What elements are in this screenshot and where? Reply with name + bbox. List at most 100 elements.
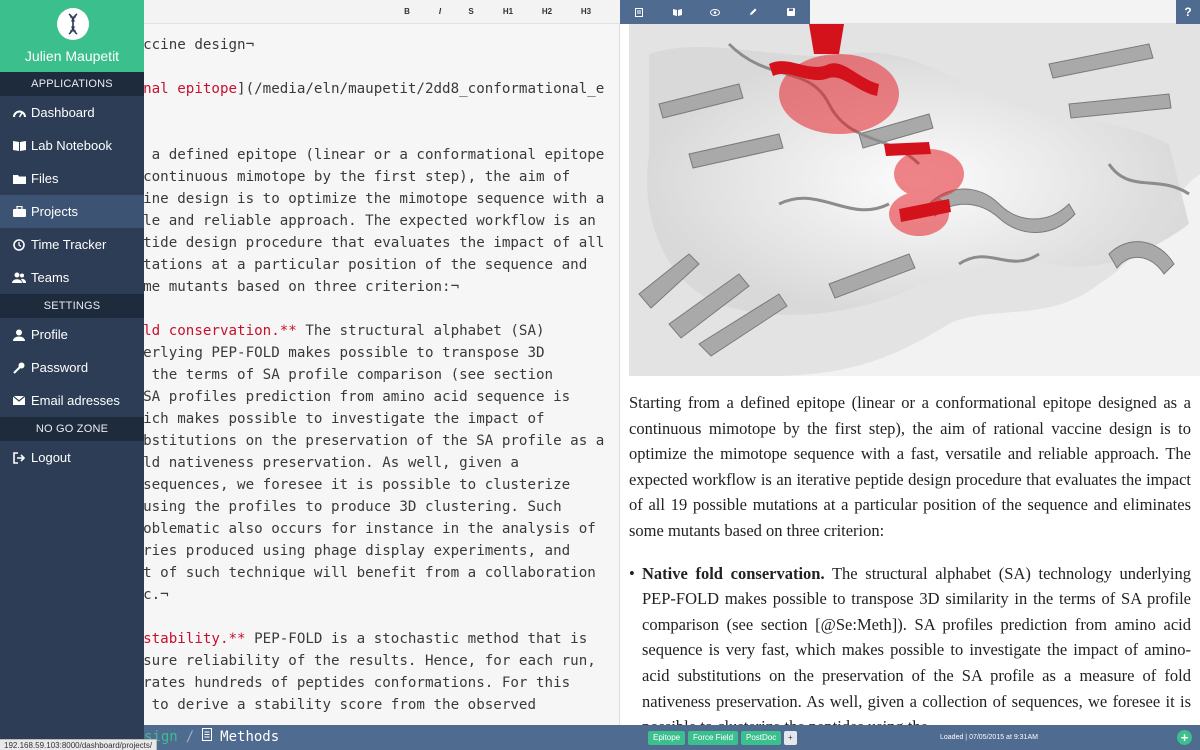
bottom-bar: sign / Methods Epitope Force Field PostD… bbox=[144, 725, 1200, 750]
help-button[interactable]: ? bbox=[1176, 0, 1200, 24]
sidebar-item-label: Teams bbox=[31, 270, 70, 285]
view-toolbar bbox=[620, 0, 810, 24]
editor-line[interactable]: Inc.¬ bbox=[126, 584, 616, 606]
sidebar-item-logout[interactable]: Logout bbox=[0, 441, 144, 474]
key-icon bbox=[12, 361, 26, 375]
h3-button[interactable]: H3 bbox=[576, 0, 596, 24]
eye-icon[interactable] bbox=[705, 0, 725, 24]
sidebar-item-label: Lab Notebook bbox=[31, 138, 112, 153]
protein-structure-image bbox=[629, 24, 1200, 376]
editor-line[interactable] bbox=[126, 122, 616, 144]
sidebar-item-label: Dashboard bbox=[31, 105, 95, 120]
editor-line[interactable]: problematic also occurs for instance in … bbox=[126, 518, 616, 540]
dna-logo-icon[interactable] bbox=[57, 8, 89, 40]
user-name[interactable]: Julien Maupetit bbox=[0, 48, 144, 64]
list-icon[interactable] bbox=[629, 0, 649, 24]
status-url: 192.168.59.103:8000/dashboard/projects/ bbox=[0, 739, 158, 750]
sidebar-item-teams[interactable]: Teams bbox=[0, 261, 144, 294]
editor-text[interactable]: Vaccine design¬ ional epitope](/media/eln… bbox=[126, 34, 616, 716]
editor-line[interactable]: nderlying PEP-FOLD makes possible to tra… bbox=[126, 342, 616, 364]
editor-line[interactable] bbox=[126, 100, 616, 122]
bold-button[interactable]: B bbox=[397, 0, 417, 24]
sidebar-item-email-adresses[interactable]: Email adresses bbox=[0, 384, 144, 417]
sidebar-item-password[interactable]: Password bbox=[0, 351, 144, 384]
editor-line[interactable]: in the terms of SA profile comparison (s… bbox=[126, 364, 616, 386]
h1-button[interactable]: H1 bbox=[498, 0, 518, 24]
preview-bullet-bold: Native fold conservation. bbox=[642, 563, 825, 583]
sidebar-item-label: Time Tracker bbox=[31, 237, 107, 252]
briefcase-icon bbox=[12, 205, 26, 219]
breadcrumb-separator: / bbox=[185, 729, 195, 745]
book-icon[interactable] bbox=[667, 0, 687, 24]
editor-line[interactable]: substitutions on the preservation of the… bbox=[126, 430, 616, 452]
save-icon[interactable] bbox=[781, 0, 801, 24]
editor-line[interactable]: ional epitope](/media/eln/maupetit/2dd8_… bbox=[126, 78, 616, 100]
sidebar-item-label: Profile bbox=[31, 327, 68, 342]
italic-button[interactable]: I bbox=[430, 0, 450, 24]
editor-line[interactable]: nerates hundreds of peptides conformatio… bbox=[126, 672, 616, 694]
strike-button[interactable]: S bbox=[461, 0, 481, 24]
sidebar-item-profile[interactable]: Profile bbox=[0, 318, 144, 351]
preview-bullet-text: The structural alphabet (SA) technology … bbox=[642, 563, 1191, 725]
sidebar-item-files[interactable]: Files bbox=[0, 162, 144, 195]
editor-line[interactable]: fold nativeness preservation. As well, g… bbox=[126, 452, 616, 474]
editor-line[interactable]: s using the profiles to produce 3D clust… bbox=[126, 496, 616, 518]
editor-line[interactable]: Vaccine design¬ bbox=[126, 34, 616, 56]
editor-line[interactable]: . SA profiles prediction from amino acid… bbox=[126, 386, 616, 408]
document-icon bbox=[202, 725, 213, 750]
editor-line[interactable]: eptide design procedure that evaluates t… bbox=[126, 232, 616, 254]
editor-line[interactable]: om a defined epitope (linear or a confor… bbox=[126, 144, 616, 166]
section-no-go-zone: NO GO ZONE bbox=[0, 417, 144, 441]
markdown-preview: Starting from a defined epitope (linear … bbox=[629, 24, 1200, 725]
preview-body: Starting from a defined epitope (linear … bbox=[629, 390, 1191, 725]
section-applications: APPLICATIONS bbox=[0, 72, 144, 96]
add-tag-button[interactable]: + bbox=[784, 731, 797, 745]
editor-line[interactable]: some mutants based on three criterion:¬ bbox=[126, 276, 616, 298]
editor-line[interactable]: ccine design is to optimize the mimotope… bbox=[126, 188, 616, 210]
h2-button[interactable]: H2 bbox=[537, 0, 557, 24]
sidebar-item-projects[interactable]: Projects bbox=[0, 195, 144, 228]
editor-line[interactable] bbox=[126, 56, 616, 78]
dashboard-icon bbox=[12, 106, 26, 120]
tag-postdoc[interactable]: PostDoc bbox=[741, 731, 782, 745]
sidebar-item-label: Password bbox=[31, 360, 89, 375]
tag-force-field[interactable]: Force Field bbox=[688, 731, 739, 745]
editor-line[interactable]: raries produced using phage display expe… bbox=[126, 540, 616, 562]
breadcrumb-current: Methods bbox=[220, 729, 280, 745]
preview-intro: Starting from a defined epitope (linear … bbox=[629, 393, 1191, 540]
pencil-icon[interactable] bbox=[743, 0, 763, 24]
sidebar-item-dashboard[interactable]: Dashboard bbox=[0, 96, 144, 129]
editor-line[interactable]: mutations at a particular position of th… bbox=[126, 254, 616, 276]
sidebar-item-label: Projects bbox=[31, 204, 78, 219]
editor-line[interactable] bbox=[126, 298, 616, 320]
user-icon bbox=[12, 328, 26, 342]
add-button[interactable]: + bbox=[1177, 730, 1192, 745]
sidebar-item-lab-notebook[interactable]: Lab Notebook bbox=[0, 129, 144, 162]
editor-line[interactable]: a continuous mimotope by the first step)… bbox=[126, 166, 616, 188]
save-status: Loaded | 07/05/2015 at 9:31AM bbox=[940, 734, 1038, 741]
sidebar-item-label: Email adresses bbox=[31, 393, 120, 408]
editor-line[interactable]: which makes possible to investigate the … bbox=[126, 408, 616, 430]
editor-line[interactable]: tile and reliable approach. The expected… bbox=[126, 210, 616, 232]
editor-line[interactable]: ent of such technique will benefit from … bbox=[126, 562, 616, 584]
folder-icon bbox=[12, 172, 26, 186]
users-icon bbox=[12, 271, 26, 285]
editor-line[interactable]: e stability.** PEP-FOLD is a stochastic … bbox=[126, 628, 616, 650]
editor-line[interactable]: f sequences, we foresee it is possible t… bbox=[126, 474, 616, 496]
book-icon bbox=[12, 139, 26, 153]
sidebar: Julien Maupetit APPLICATIONS Dashboard L… bbox=[0, 0, 144, 750]
sidebar-item-label: Files bbox=[31, 171, 59, 186]
editor-line[interactable] bbox=[126, 606, 616, 628]
envelope-icon bbox=[12, 394, 26, 408]
sidebar-header: Julien Maupetit bbox=[0, 0, 144, 72]
editor-line[interactable]: ensure reliability of the results. Hence… bbox=[126, 650, 616, 672]
sign-out-icon bbox=[12, 451, 26, 465]
sidebar-item-time-tracker[interactable]: Time Tracker bbox=[0, 228, 144, 261]
preview-bullet: Native fold conservation. The structural… bbox=[629, 561, 1191, 725]
tag-epitope[interactable]: Epitope bbox=[648, 731, 686, 745]
history-icon bbox=[12, 238, 26, 252]
sidebar-item-label: Logout bbox=[31, 450, 71, 465]
editor-line[interactable]: fold conservation.** The structural alph… bbox=[126, 320, 616, 342]
section-settings: SETTINGS bbox=[0, 294, 144, 318]
editor-line[interactable]: ed to derive a stability score from the … bbox=[126, 694, 616, 716]
